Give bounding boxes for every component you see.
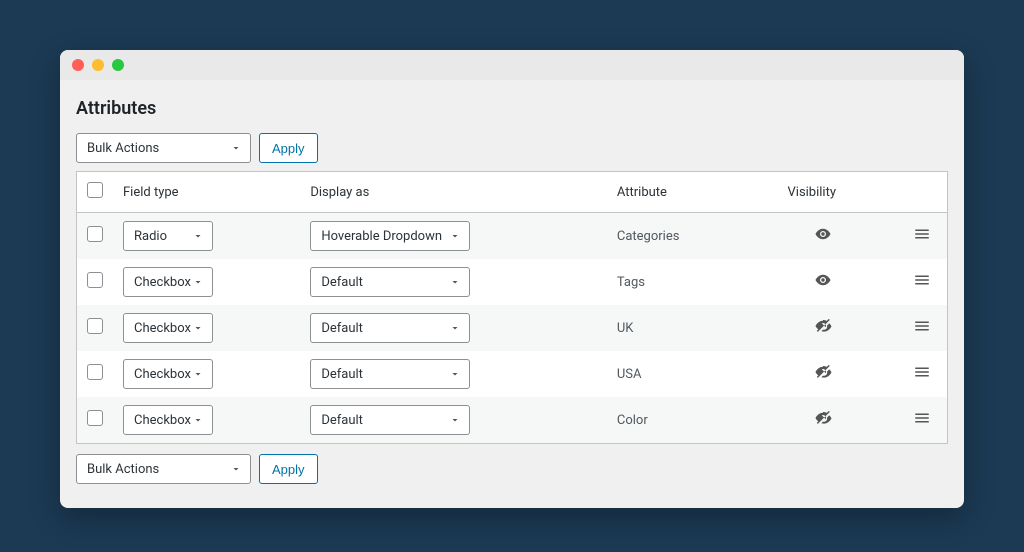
display-as-value: Default: [321, 367, 363, 382]
app-window: Attributes Bulk Actions Apply Field type…: [60, 50, 964, 508]
row-checkbox[interactable]: [87, 364, 103, 380]
window-zoom-icon[interactable]: [112, 59, 124, 71]
attribute-name: Categories: [607, 213, 748, 260]
select-all-checkbox[interactable]: [87, 182, 103, 198]
window-minimize-icon[interactable]: [92, 59, 104, 71]
table-row: Checkbox Default USA: [77, 351, 948, 397]
bulk-actions-select-bottom[interactable]: Bulk Actions: [76, 454, 251, 484]
row-checkbox[interactable]: [87, 410, 103, 426]
table-row: Checkbox Default Color: [77, 397, 948, 444]
bulk-actions-value: Bulk Actions: [87, 141, 159, 156]
display-as-value: Default: [321, 275, 363, 290]
field-type-value: Checkbox: [134, 321, 191, 336]
titlebar: [60, 50, 964, 80]
attribute-name: Color: [607, 397, 748, 444]
field-type-select[interactable]: Checkbox: [123, 267, 213, 297]
col-attribute: Attribute: [607, 172, 748, 213]
drag-handle-icon[interactable]: [913, 409, 931, 427]
eye-off-icon[interactable]: [814, 363, 832, 381]
row-checkbox[interactable]: [87, 226, 103, 242]
field-type-select[interactable]: Radio: [123, 221, 213, 251]
chevron-down-icon: [449, 414, 461, 426]
field-type-select[interactable]: Checkbox: [123, 313, 213, 343]
chevron-down-icon: [449, 322, 461, 334]
bulk-actions-select[interactable]: Bulk Actions: [76, 133, 251, 163]
display-as-value: Hoverable Dropdown: [321, 229, 442, 244]
bulk-actions-top: Bulk Actions Apply: [76, 133, 948, 163]
display-as-select[interactable]: Default: [310, 405, 470, 435]
eye-icon[interactable]: [814, 271, 832, 289]
chevron-down-icon: [449, 230, 461, 242]
eye-off-icon[interactable]: [814, 409, 832, 427]
attributes-table: Field type Display as Attribute Visibili…: [76, 171, 948, 444]
field-type-select[interactable]: Checkbox: [123, 405, 213, 435]
row-checkbox[interactable]: [87, 318, 103, 334]
field-type-value: Radio: [134, 229, 167, 244]
row-checkbox[interactable]: [87, 272, 103, 288]
col-visibility: Visibility: [748, 172, 898, 213]
table-row: Checkbox Default Tags: [77, 259, 948, 305]
chevron-down-icon: [192, 414, 204, 426]
eye-off-icon[interactable]: [814, 317, 832, 335]
display-as-select[interactable]: Default: [310, 359, 470, 389]
chevron-down-icon: [192, 368, 204, 380]
page-title: Attributes: [76, 98, 948, 119]
chevron-down-icon: [449, 276, 461, 288]
drag-handle-icon[interactable]: [913, 271, 931, 289]
attribute-name: Tags: [607, 259, 748, 305]
col-display-as: Display as: [300, 172, 607, 213]
display-as-value: Default: [321, 321, 363, 336]
attribute-name: USA: [607, 351, 748, 397]
apply-button-top[interactable]: Apply: [259, 133, 318, 163]
chevron-down-icon: [192, 322, 204, 334]
chevron-down-icon: [449, 368, 461, 380]
content-area: Attributes Bulk Actions Apply Field type…: [60, 80, 964, 508]
window-close-icon[interactable]: [72, 59, 84, 71]
display-as-value: Default: [321, 413, 363, 428]
bulk-actions-bottom: Bulk Actions Apply: [76, 454, 948, 484]
drag-handle-icon[interactable]: [913, 363, 931, 381]
col-field-type: Field type: [113, 172, 300, 213]
display-as-select[interactable]: Default: [310, 267, 470, 297]
field-type-value: Checkbox: [134, 275, 191, 290]
chevron-down-icon: [192, 276, 204, 288]
attribute-name: UK: [607, 305, 748, 351]
display-as-select[interactable]: Hoverable Dropdown: [310, 221, 470, 251]
apply-button-bottom[interactable]: Apply: [259, 454, 318, 484]
field-type-select[interactable]: Checkbox: [123, 359, 213, 389]
bulk-actions-value-bottom: Bulk Actions: [87, 462, 159, 477]
chevron-down-icon: [230, 463, 242, 475]
drag-handle-icon[interactable]: [913, 225, 931, 243]
field-type-value: Checkbox: [134, 413, 191, 428]
select-all-header: [77, 172, 114, 213]
display-as-select[interactable]: Default: [310, 313, 470, 343]
chevron-down-icon: [192, 230, 204, 242]
table-row: Radio Hoverable Dropdown Categories: [77, 213, 948, 260]
field-type-value: Checkbox: [134, 367, 191, 382]
table-row: Checkbox Default UK: [77, 305, 948, 351]
eye-icon[interactable]: [814, 225, 832, 243]
chevron-down-icon: [230, 142, 242, 154]
drag-handle-icon[interactable]: [913, 317, 931, 335]
